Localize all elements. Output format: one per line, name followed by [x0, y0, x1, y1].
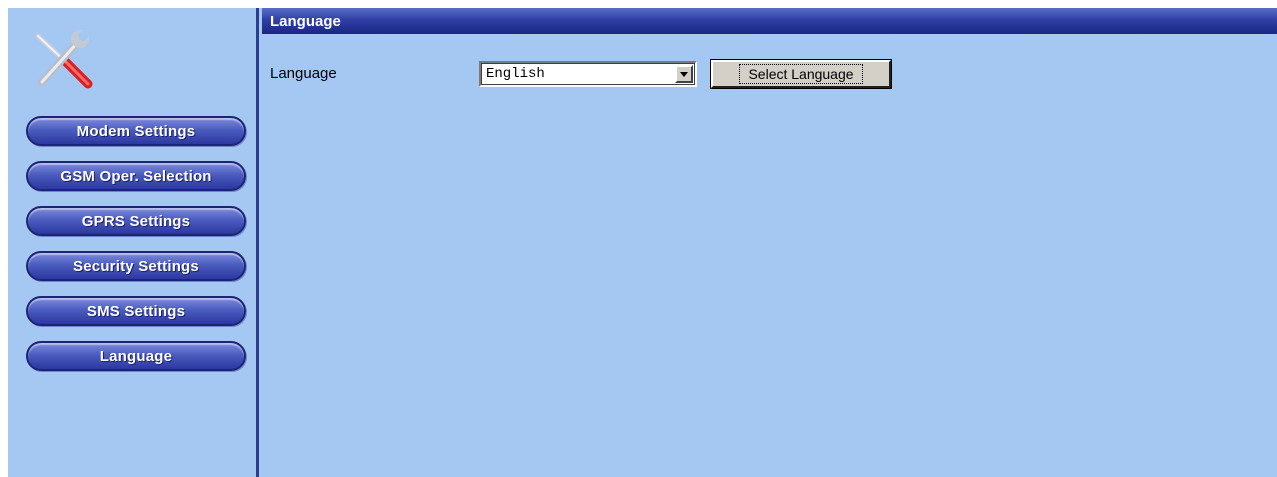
language-field-label: Language — [270, 65, 337, 82]
page-title: Language — [262, 8, 1277, 34]
sidebar-item-gsm-oper-selection[interactable]: GSM Oper. Selection — [26, 161, 246, 191]
tools-icon — [28, 28, 94, 90]
sidebar-item-security-settings[interactable]: Security Settings — [26, 251, 246, 281]
select-language-button-label: Select Language — [739, 64, 863, 84]
chevron-down-icon[interactable] — [675, 65, 693, 83]
select-language-button[interactable]: Select Language — [710, 59, 892, 89]
language-select-value: English — [486, 66, 545, 82]
sidebar-item-language[interactable]: Language — [26, 341, 246, 371]
sidebar-item-sms-settings[interactable]: SMS Settings — [26, 296, 246, 326]
main-panel: Language Language English Select Languag… — [262, 8, 1277, 477]
sidebar: Modem Settings GSM Oper. Selection GPRS … — [8, 8, 259, 477]
app-frame: Modem Settings GSM Oper. Selection GPRS … — [8, 8, 1277, 477]
sidebar-item-gprs-settings[interactable]: GPRS Settings — [26, 206, 246, 236]
language-select[interactable]: English — [479, 61, 697, 87]
sidebar-item-modem-settings[interactable]: Modem Settings — [26, 116, 246, 146]
